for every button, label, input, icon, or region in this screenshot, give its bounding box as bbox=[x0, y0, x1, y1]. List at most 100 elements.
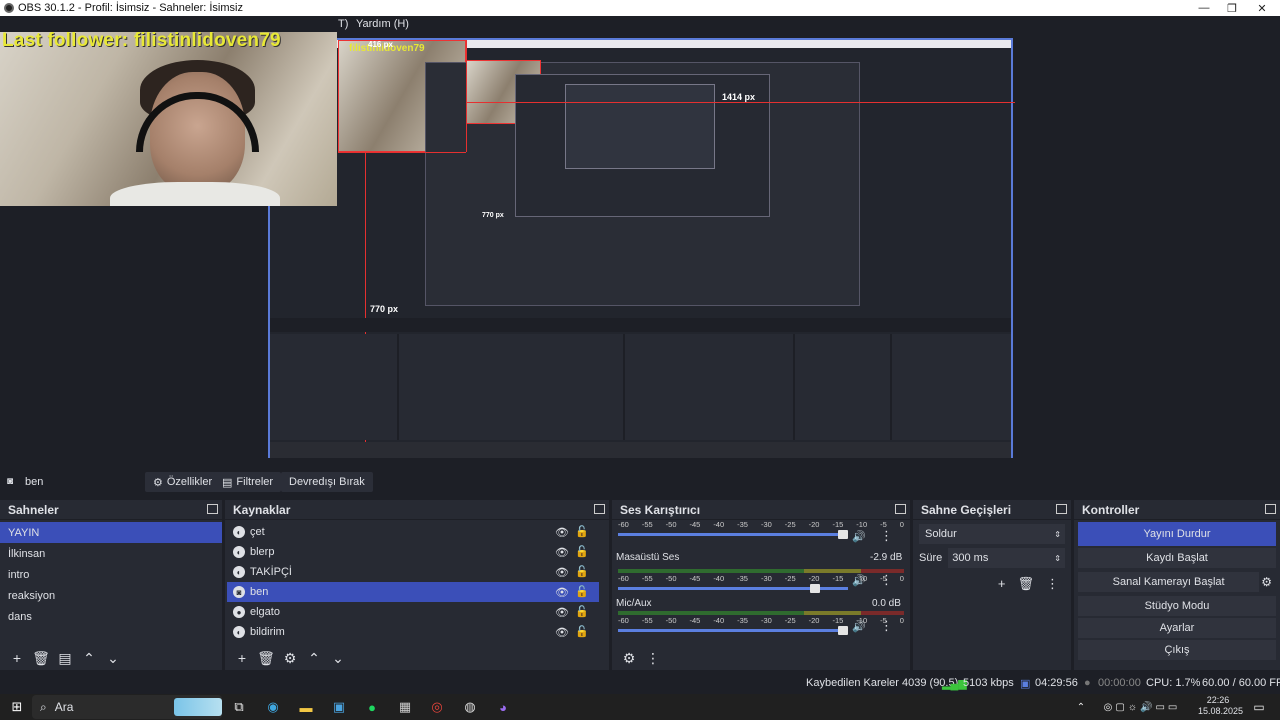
status-bar: Kaybedilen Kareler 4039 (90.5) ▂▄▆ 5103 … bbox=[0, 673, 1280, 693]
stop-stream-button[interactable]: Yayını Durdur bbox=[1078, 522, 1276, 546]
chevron-up-icon[interactable]: ⌃ bbox=[1074, 697, 1088, 717]
volume-slider[interactable] bbox=[618, 584, 848, 593]
chrome-icon[interactable]: ◎ bbox=[428, 697, 446, 717]
source-item-elgato[interactable]: ● elgato 👁 🔓 bbox=[227, 602, 599, 622]
undock-icon[interactable] bbox=[895, 504, 906, 514]
store-icon[interactable]: ▣ bbox=[330, 697, 348, 717]
chevron-up-icon[interactable]: ⌃ bbox=[305, 650, 323, 667]
chevron-down-icon[interactable]: ⌄ bbox=[104, 650, 122, 667]
source-item-ben[interactable]: ◙ ben 👁 🔓 bbox=[227, 582, 599, 602]
guide-line-vertical-2 bbox=[466, 40, 467, 152]
add-icon[interactable]: + bbox=[8, 650, 26, 666]
more-icon[interactable]: ⋮ bbox=[880, 618, 893, 634]
source-item-blerp[interactable]: ◐ blerp 👁 🔓 bbox=[227, 542, 599, 562]
add-icon[interactable]: + bbox=[998, 576, 1006, 592]
undock-icon[interactable] bbox=[594, 504, 605, 514]
guide-line-horizontal-2 bbox=[338, 152, 466, 153]
browser-icon: ◐ bbox=[233, 626, 245, 638]
trash-icon[interactable]: 🗑 bbox=[32, 650, 50, 667]
source-list: ◐ çet 👁 🔓 ◐ blerp 👁 🔓 ◐ TAKİPÇİ 👁 🔓 ◙ be… bbox=[225, 520, 609, 642]
filters-button[interactable]: ▤ Filtreler bbox=[214, 472, 282, 492]
speaker-icon[interactable]: 🔊 bbox=[852, 620, 866, 633]
studio-mode-button[interactable]: Stüdyo Modu bbox=[1078, 596, 1276, 616]
windows-start-icon[interactable]: ⊞ bbox=[8, 697, 26, 717]
chevron-down-icon[interactable]: ⌄ bbox=[329, 650, 347, 667]
program-preview[interactable]: filistinlidoven79 1414 px 770 px 770 px … bbox=[0, 32, 1280, 466]
gear-icon[interactable]: ⚙ bbox=[620, 650, 638, 667]
minimize-button[interactable]: — bbox=[1190, 0, 1218, 16]
lock-icon[interactable]: 🔓 bbox=[575, 565, 589, 578]
chevron-up-icon[interactable]: ⌃ bbox=[80, 650, 98, 667]
controls-dock: Kontroller Yayını Durdur Kaydı Başlat Sa… bbox=[1074, 500, 1280, 670]
scene-item-yayin[interactable]: YAYIN bbox=[0, 522, 222, 543]
exit-button[interactable]: Çıkış bbox=[1078, 640, 1276, 660]
scene-item-ilkinsan[interactable]: İlkinsan bbox=[0, 543, 222, 564]
close-button[interactable]: ✕ bbox=[1248, 0, 1276, 16]
eye-icon[interactable]: 👁 bbox=[555, 606, 569, 619]
duration-spinbox[interactable]: 300 ms ⇕ bbox=[948, 548, 1065, 568]
add-icon[interactable]: + bbox=[233, 650, 251, 666]
start-recording-button[interactable]: Kaydı Başlat bbox=[1078, 548, 1276, 568]
menu-tools-partial[interactable]: T) bbox=[338, 18, 348, 30]
trash-icon[interactable]: 🗑 bbox=[1017, 576, 1034, 592]
more-icon[interactable]: ⋮ bbox=[1046, 576, 1059, 592]
scene-item-dans[interactable]: dans bbox=[0, 606, 222, 627]
lock-icon[interactable]: 🔓 bbox=[575, 545, 589, 558]
calculator-icon[interactable]: ▦ bbox=[396, 697, 414, 717]
eye-icon[interactable]: 👁 bbox=[555, 546, 569, 559]
sources-title: Kaynaklar bbox=[233, 502, 291, 517]
undock-icon[interactable] bbox=[1056, 504, 1067, 514]
trash-icon[interactable]: 🗑 bbox=[257, 650, 275, 667]
source-item-cet[interactable]: ◐ çet 👁 🔓 bbox=[227, 522, 599, 542]
task-view-icon[interactable]: ⧉ bbox=[230, 697, 248, 717]
eye-icon[interactable]: 👁 bbox=[555, 566, 569, 579]
volume-slider[interactable] bbox=[618, 626, 848, 635]
transition-buttons: + 🗑 ⋮ bbox=[913, 570, 1071, 598]
deactivate-button[interactable]: Devredışı Bırak bbox=[281, 472, 373, 492]
search-highlight-icon bbox=[174, 698, 222, 716]
lock-icon[interactable]: 🔓 bbox=[575, 605, 589, 618]
maximize-button[interactable]: ❐ bbox=[1218, 0, 1246, 16]
system-tray-icons[interactable]: ◎▢☼🔊▭▭ bbox=[1090, 697, 1194, 717]
discord-icon[interactable]: ◕ bbox=[494, 697, 512, 717]
source-item-bildirim[interactable]: ◐ bildirim 👁 🔓 bbox=[227, 622, 599, 642]
scene-item-intro[interactable]: intro bbox=[0, 564, 222, 585]
eye-icon[interactable]: 👁 bbox=[555, 626, 569, 639]
speaker-icon[interactable]: 🔊 bbox=[852, 530, 866, 543]
scene-item-reaksiyon[interactable]: reaksiyon bbox=[0, 585, 222, 606]
source-item-takipci[interactable]: ◐ TAKİPÇİ 👁 🔓 bbox=[227, 562, 599, 582]
gear-icon[interactable]: ⚙ bbox=[281, 650, 299, 667]
bitrate: 5103 kbps bbox=[963, 677, 1014, 689]
volume-slider[interactable] bbox=[618, 530, 848, 539]
eye-icon[interactable]: 👁 bbox=[555, 526, 569, 539]
speaker-icon[interactable]: 🔊 bbox=[852, 574, 866, 587]
lock-icon[interactable]: 🔓 bbox=[575, 625, 589, 638]
lock-icon[interactable]: 🔓 bbox=[575, 585, 589, 598]
camera-icon: ◙ bbox=[7, 476, 14, 487]
filter-icon[interactable]: ▤ bbox=[56, 650, 74, 667]
scene-transitions-dock: Sahne Geçişleri Soldur ⇕ Süre 300 ms ⇕ +… bbox=[913, 500, 1071, 670]
lock-icon[interactable]: 🔓 bbox=[575, 525, 589, 538]
gear-icon[interactable]: ⚙ bbox=[1261, 575, 1272, 589]
more-icon[interactable]: ⋮ bbox=[880, 528, 893, 544]
fps: 60.00 / 60.00 FPS bbox=[1202, 677, 1280, 689]
file-explorer-icon[interactable]: ▬ bbox=[297, 697, 315, 717]
undock-icon[interactable] bbox=[207, 504, 218, 514]
properties-button[interactable]: ⚙ Özellikler bbox=[145, 472, 221, 492]
taskbar-clock[interactable]: 22:26 15.08.2025 bbox=[1198, 695, 1243, 717]
transition-select[interactable]: Soldur ⇕ bbox=[919, 524, 1065, 544]
more-icon[interactable]: ⋮ bbox=[880, 572, 893, 588]
notification-icon[interactable]: ▭ bbox=[1250, 697, 1268, 717]
taskbar-search[interactable]: ⌕ Ara bbox=[32, 695, 222, 719]
edge-icon[interactable]: ◉ bbox=[264, 697, 282, 717]
webcam-source bbox=[0, 32, 337, 206]
undock-icon[interactable] bbox=[1265, 504, 1276, 514]
start-virtual-camera-button[interactable]: Sanal Kamerayı Başlat bbox=[1078, 572, 1260, 592]
settings-button[interactable]: Ayarlar bbox=[1078, 618, 1276, 638]
eye-icon[interactable]: 👁 bbox=[555, 586, 569, 599]
cpu-usage: CPU: 1.7% bbox=[1146, 677, 1201, 689]
menu-help[interactable]: Yardım (H) bbox=[356, 18, 409, 30]
spotify-icon[interactable]: ● bbox=[363, 697, 381, 717]
obs-taskbar-icon[interactable]: ◍ bbox=[461, 697, 479, 717]
more-icon[interactable]: ⋮ bbox=[644, 650, 662, 667]
